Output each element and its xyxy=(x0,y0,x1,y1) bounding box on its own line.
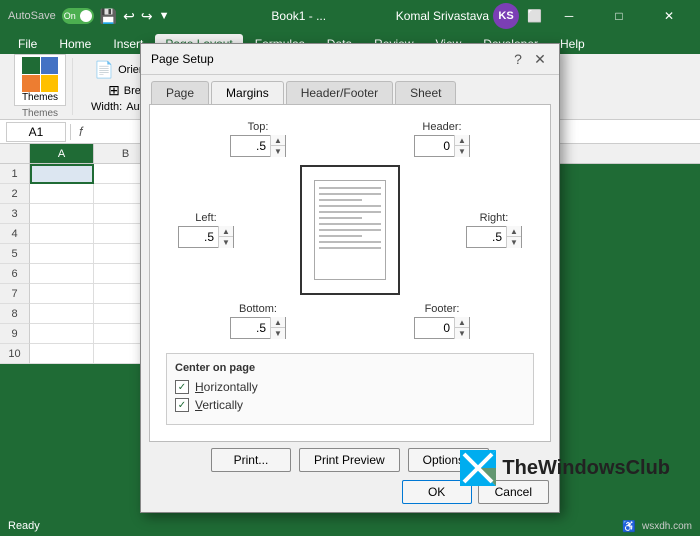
center-section: Center on page ✓ HHorizontallyorizontall… xyxy=(166,353,534,425)
margins-wrapper: Top: ▲ ▼ Header: xyxy=(166,121,534,425)
footer-input[interactable] xyxy=(415,321,454,335)
vertically-row: ✓ Vertically xyxy=(175,398,525,412)
left-up-btn[interactable]: ▲ xyxy=(219,226,233,237)
header-label: Header: xyxy=(422,121,461,133)
bottom-spinner-btns: ▲ ▼ xyxy=(270,317,285,339)
dialog-tab-sheet[interactable]: Sheet xyxy=(395,81,456,104)
footer-spinner[interactable]: ▲ ▼ xyxy=(414,317,470,339)
page-line xyxy=(319,211,381,213)
page-line xyxy=(319,205,381,207)
page-line xyxy=(319,199,362,201)
print-preview-button[interactable]: Print Preview xyxy=(299,448,400,472)
right-label: Right: xyxy=(480,212,509,224)
footer-up-btn[interactable]: ▲ xyxy=(455,317,469,328)
top-label: Top: xyxy=(248,121,269,133)
left-input[interactable] xyxy=(179,230,218,244)
left-margin-group: Left: ▲ ▼ xyxy=(166,212,246,248)
header-input[interactable] xyxy=(415,139,454,153)
footer-down-btn[interactable]: ▼ xyxy=(455,328,469,339)
page-line xyxy=(319,229,381,231)
dialog-help-button[interactable]: ? xyxy=(509,50,527,68)
header-up-btn[interactable]: ▲ xyxy=(455,135,469,146)
top-spinner-btns: ▲ ▼ xyxy=(270,135,285,157)
watermark-logo-icon xyxy=(460,450,496,486)
dialog-title-icons: ? ✕ xyxy=(509,50,549,68)
dialog-tab-header-footer[interactable]: Header/Footer xyxy=(286,81,393,104)
page-line xyxy=(319,241,381,243)
right-up-btn[interactable]: ▲ xyxy=(507,226,521,237)
page-line xyxy=(319,235,362,237)
left-spinner-btns: ▲ ▼ xyxy=(218,226,233,248)
dialog-tab-margins[interactable]: Margins xyxy=(211,81,284,104)
print-button[interactable]: Print... xyxy=(211,448,291,472)
bottom-fields-row: Bottom: ▲ ▼ Footer: xyxy=(166,303,534,339)
watermark: TheWindowsClub xyxy=(460,450,670,486)
page-preview-inner xyxy=(314,180,386,280)
bottom-down-btn[interactable]: ▼ xyxy=(271,328,285,339)
dialog-title-bar: Page Setup ? ✕ xyxy=(141,44,559,75)
page-line xyxy=(319,247,381,249)
left-spinner[interactable]: ▲ ▼ xyxy=(178,226,234,248)
page-line xyxy=(319,223,381,225)
top-margin-group: Top: ▲ ▼ xyxy=(230,121,286,157)
page-line xyxy=(319,217,362,219)
dialog-content: Top: ▲ ▼ Header: xyxy=(149,104,551,442)
center-section-title: Center on page xyxy=(175,362,525,374)
bottom-up-btn[interactable]: ▲ xyxy=(271,317,285,328)
page-lines xyxy=(315,181,385,279)
horizontally-checkbox[interactable]: ✓ xyxy=(175,380,189,394)
bottom-margin-group: Bottom: ▲ ▼ xyxy=(230,303,286,339)
left-label: Left: xyxy=(195,212,216,224)
page-setup-dialog: Page Setup ? ✕ Page Margins Header/Foote… xyxy=(140,43,560,513)
vertically-label: Vertically xyxy=(195,398,243,412)
page-preview xyxy=(300,165,400,295)
bottom-spinner[interactable]: ▲ ▼ xyxy=(230,317,286,339)
dialog-tab-page[interactable]: Page xyxy=(151,81,209,104)
top-down-btn[interactable]: ▼ xyxy=(271,146,285,157)
watermark-text: TheWindowsClub xyxy=(502,457,670,480)
header-spinner-btns: ▲ ▼ xyxy=(454,135,469,157)
top-fields-row: Top: ▲ ▼ Header: xyxy=(166,121,534,157)
horizontally-row: ✓ HHorizontallyorizontally xyxy=(175,380,525,394)
dialog-title: Page Setup xyxy=(151,52,214,66)
page-line xyxy=(319,193,381,195)
bottom-input[interactable] xyxy=(231,321,270,335)
right-input[interactable] xyxy=(467,230,506,244)
horizontally-label: HHorizontallyorizontally xyxy=(195,380,258,394)
header-margin-group: Header: ▲ ▼ xyxy=(414,121,470,157)
dialog-tabs: Page Margins Header/Footer Sheet xyxy=(141,75,559,104)
right-margin-group: Right: ▲ ▼ xyxy=(454,212,534,248)
dialog-close-button[interactable]: ✕ xyxy=(531,50,549,68)
footer-margin-group: Footer: ▲ ▼ xyxy=(414,303,470,339)
middle-row: Left: ▲ ▼ xyxy=(166,165,534,295)
top-input[interactable] xyxy=(231,139,270,153)
right-spinner[interactable]: ▲ ▼ xyxy=(466,226,522,248)
right-down-btn[interactable]: ▼ xyxy=(507,237,521,248)
top-up-btn[interactable]: ▲ xyxy=(271,135,285,146)
header-spinner[interactable]: ▲ ▼ xyxy=(414,135,470,157)
footer-label: Footer: xyxy=(425,303,460,315)
footer-spinner-btns: ▲ ▼ xyxy=(454,317,469,339)
bottom-label: Bottom: xyxy=(239,303,277,315)
right-spinner-btns: ▲ ▼ xyxy=(506,226,521,248)
dialog-overlay: Page Setup ? ✕ Page Margins Header/Foote… xyxy=(0,0,700,536)
left-down-btn[interactable]: ▼ xyxy=(219,237,233,248)
top-spinner[interactable]: ▲ ▼ xyxy=(230,135,286,157)
vertically-checkbox[interactable]: ✓ xyxy=(175,398,189,412)
header-down-btn[interactable]: ▼ xyxy=(455,146,469,157)
page-line xyxy=(319,187,381,189)
